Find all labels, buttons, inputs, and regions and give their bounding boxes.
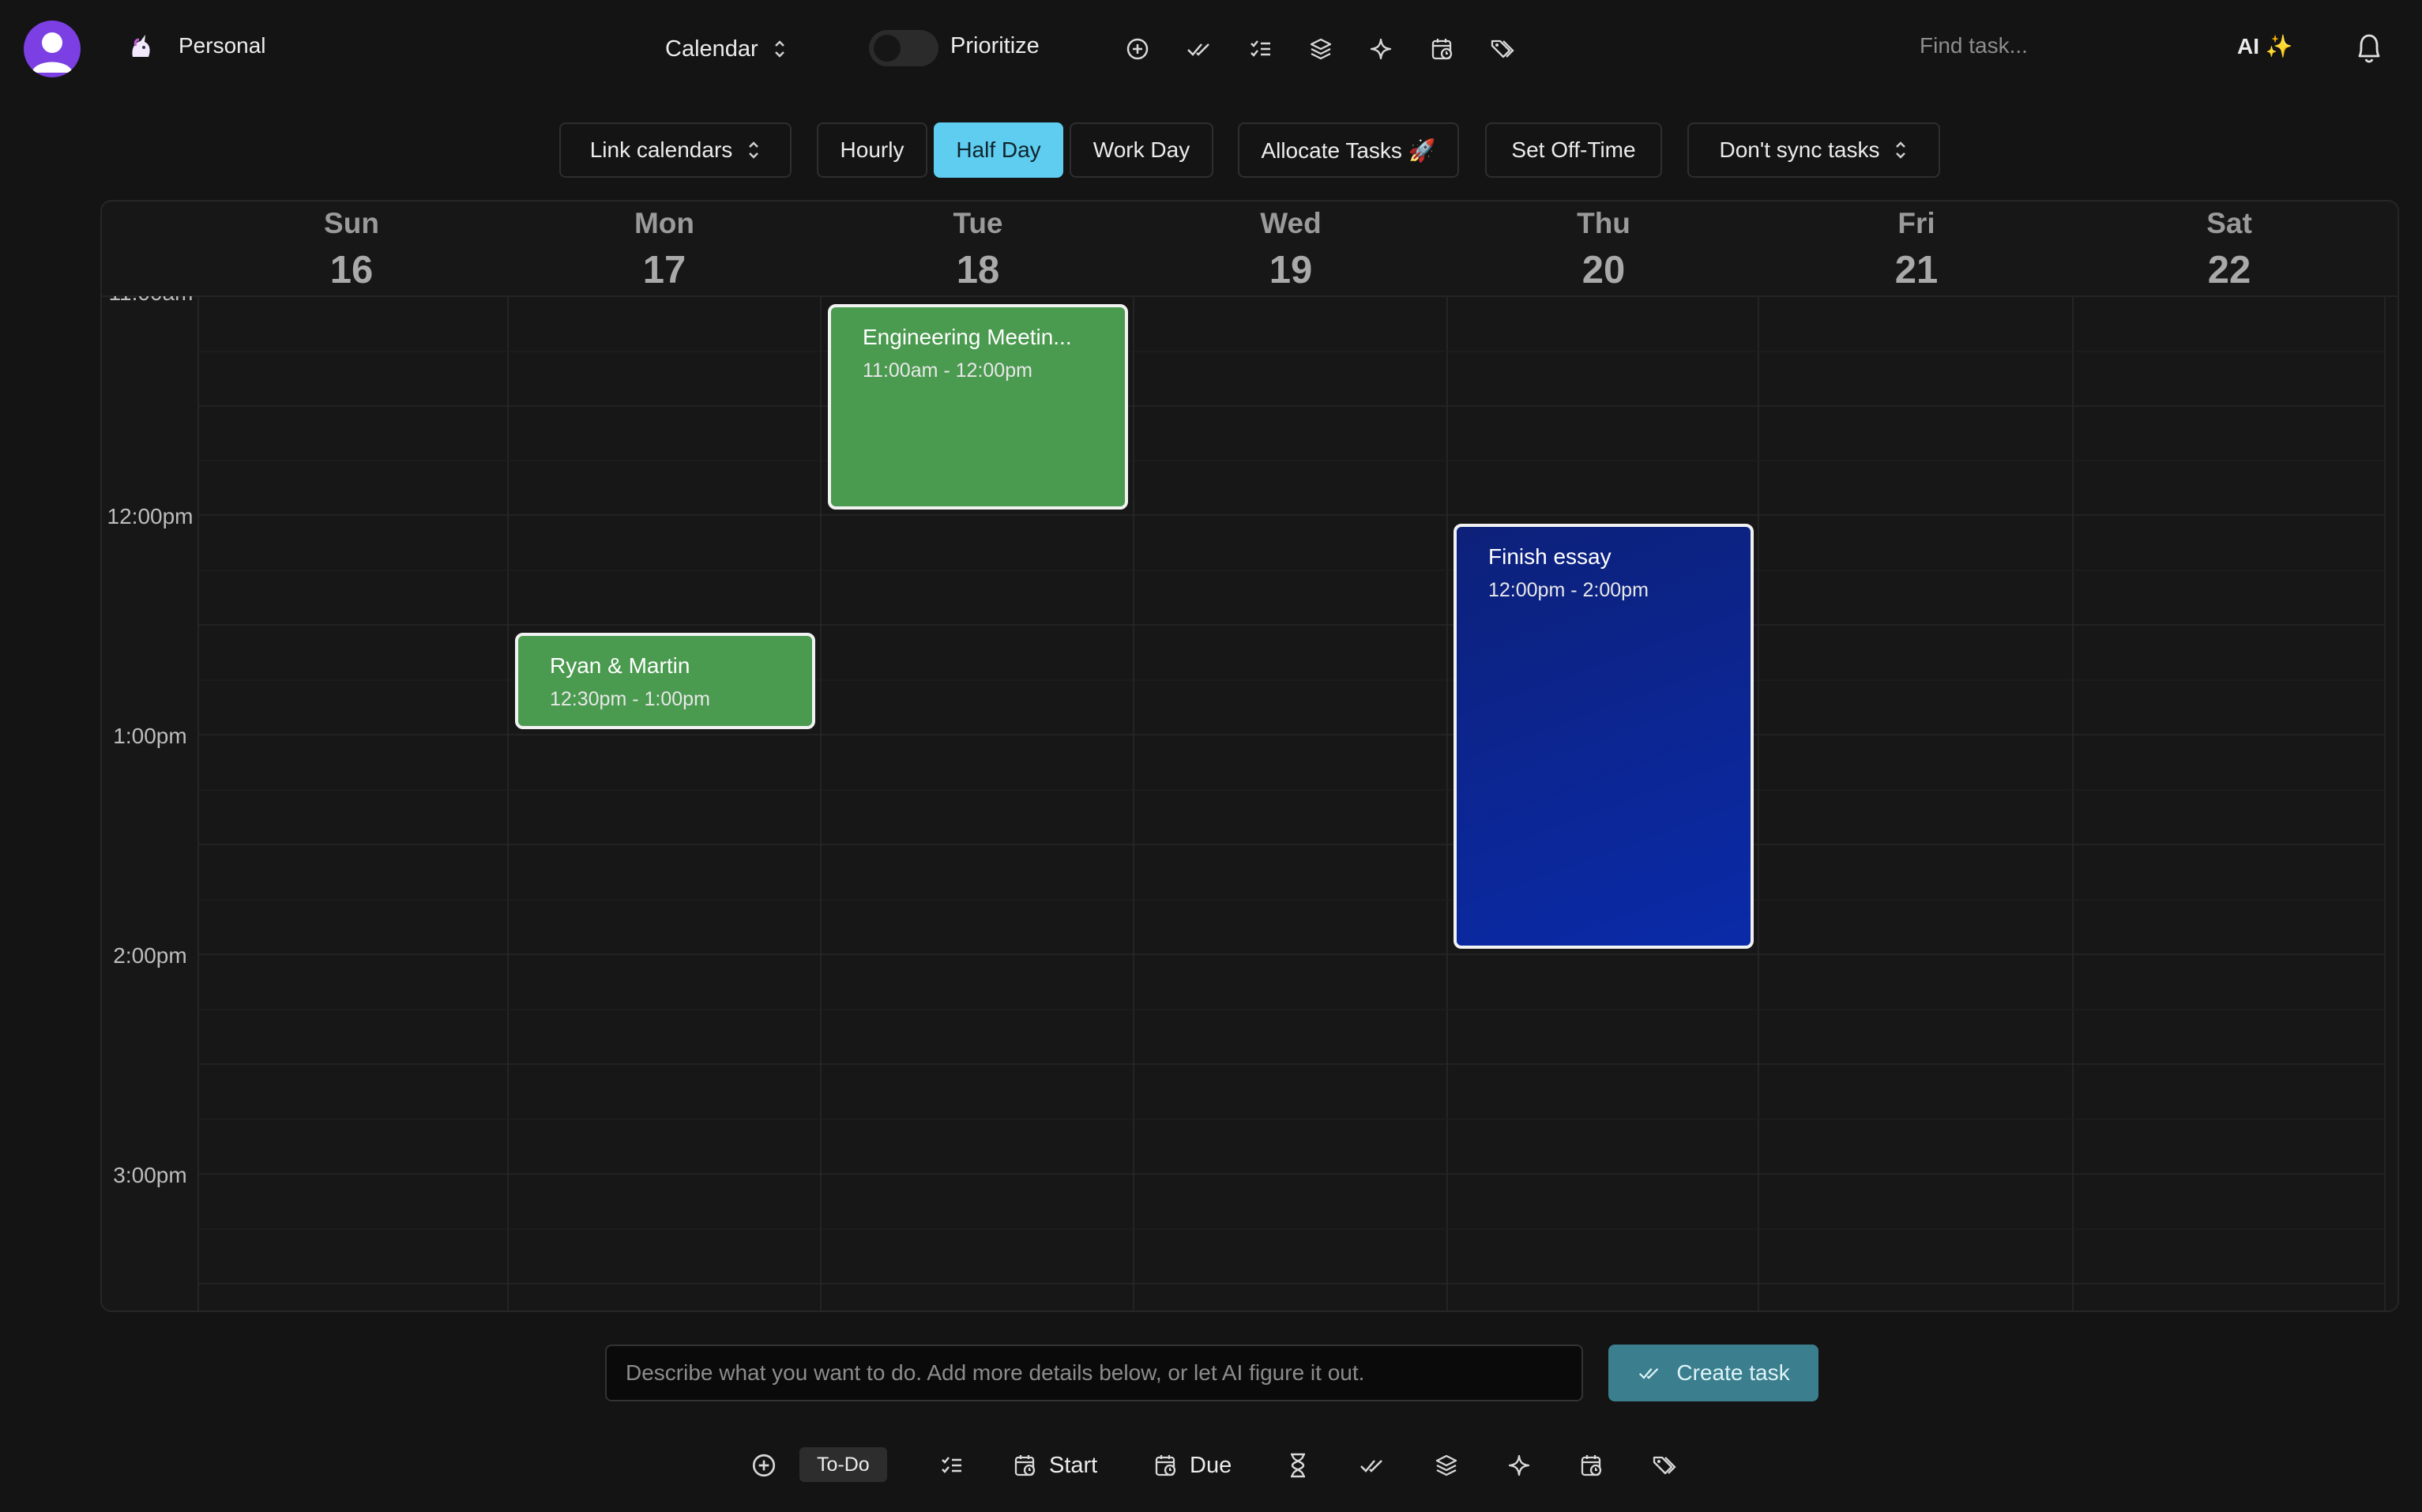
event-time: 11:00am - 12:00pm: [863, 359, 1032, 382]
day-date: 22: [2207, 249, 2251, 291]
set-off-time-button[interactable]: Set Off-Time: [1485, 122, 1662, 178]
view-select[interactable]: Calendar: [665, 32, 787, 66]
event-title: Finish essay: [1488, 544, 1612, 569]
workspace-name[interactable]: Personal: [179, 33, 266, 58]
sparkle-icon[interactable]: [1501, 1447, 1537, 1484]
event-title: Engineering Meetin...: [863, 325, 1072, 349]
prioritize-toggle[interactable]: [869, 30, 938, 66]
calendar-clock-icon: [1153, 1453, 1179, 1478]
time-label: 12:00pm: [107, 504, 194, 528]
chevron-updown-icon: [1894, 140, 1908, 160]
day-date: 19: [1269, 249, 1313, 291]
event-finish-essay[interactable]: Finish essay 12:00pm - 2:00pm: [1454, 524, 1754, 949]
day-header-fri[interactable]: Fri 21: [1837, 207, 1995, 292]
search-input[interactable]: Find task...: [1920, 33, 2028, 58]
time-label: 1:00pm: [113, 724, 187, 748]
bell-icon[interactable]: [2351, 30, 2387, 66]
work-day-button[interactable]: Work Day: [1070, 122, 1213, 178]
day-header-sun[interactable]: Sun 16: [273, 207, 431, 292]
day-date: 21: [1894, 249, 1939, 291]
unicorn-icon: [126, 33, 155, 62]
due-date-button[interactable]: Due: [1153, 1447, 1232, 1484]
sparkle-icon[interactable]: [1363, 32, 1398, 66]
ai-button[interactable]: AI ✨: [2237, 33, 2293, 59]
calendar-clock-icon[interactable]: [1574, 1447, 1610, 1484]
start-label: Start: [1049, 1452, 1098, 1478]
calendar-clock-icon[interactable]: [1425, 32, 1460, 66]
user-avatar[interactable]: [24, 21, 81, 77]
link-calendars-label: Link calendars: [589, 137, 733, 162]
day-name: Thu: [1577, 207, 1630, 239]
toggle-knob: [874, 35, 901, 62]
half-day-button[interactable]: Half Day: [934, 122, 1063, 178]
prioritize-label: Prioritize: [950, 33, 1040, 58]
chevron-updown-icon: [773, 39, 787, 59]
hourglass-icon[interactable]: [1280, 1447, 1316, 1484]
sync-select[interactable]: Don't sync tasks: [1687, 122, 1940, 178]
hourly-button[interactable]: Hourly: [817, 122, 927, 178]
layers-icon[interactable]: [1428, 1447, 1465, 1484]
event-title: Ryan & Martin: [550, 653, 690, 678]
link-calendars-button[interactable]: Link calendars: [559, 122, 792, 178]
day-name: Wed: [1260, 207, 1322, 239]
create-task-button[interactable]: Create task: [1608, 1345, 1818, 1401]
start-date-button[interactable]: Start: [1013, 1447, 1097, 1484]
time-label: 3:00pm: [113, 1163, 187, 1187]
calendar-clock-icon: [1013, 1453, 1038, 1478]
tags-icon[interactable]: [1485, 32, 1520, 66]
task-description-input[interactable]: Describe what you want to do. Add more d…: [605, 1345, 1583, 1401]
event-time: 12:00pm - 2:00pm: [1488, 579, 1649, 601]
due-label: Due: [1190, 1452, 1232, 1478]
event-engineering-meeting[interactable]: Engineering Meetin... 11:00am - 12:00pm: [828, 304, 1128, 510]
day-date: 16: [329, 249, 374, 291]
day-header-tue[interactable]: Tue 18: [899, 207, 1057, 292]
time-label: 11:00am: [103, 296, 199, 306]
day-name: Mon: [634, 207, 695, 239]
double-check-icon[interactable]: [1182, 32, 1217, 66]
tags-icon[interactable]: [1646, 1447, 1683, 1484]
time-label: 2:00pm: [113, 943, 187, 968]
day-header-thu[interactable]: Thu 20: [1525, 207, 1683, 292]
double-check-icon: [1637, 1362, 1662, 1384]
day-header-mon[interactable]: Mon 17: [585, 207, 743, 292]
view-select-label: Calendar: [665, 36, 758, 62]
checklist-icon[interactable]: [934, 1447, 970, 1484]
calendar-grid-lines: [102, 295, 2398, 1311]
day-date: 17: [642, 249, 686, 291]
day-name: Fri: [1897, 207, 1935, 239]
day-date: 18: [956, 249, 1000, 291]
event-time: 12:30pm - 1:00pm: [550, 688, 710, 710]
chevron-updown-icon: [747, 140, 761, 160]
day-name: Tue: [953, 207, 1003, 239]
allocate-tasks-button[interactable]: Allocate Tasks 🚀: [1238, 122, 1459, 178]
day-name: Sat: [2206, 207, 2252, 239]
add-icon[interactable]: [1120, 32, 1155, 66]
add-icon[interactable]: [746, 1447, 782, 1484]
sync-select-label: Don't sync tasks: [1719, 137, 1880, 162]
day-header-sat[interactable]: Sat 22: [2150, 207, 2308, 292]
status-chip[interactable]: To-Do: [799, 1447, 887, 1482]
create-task-label: Create task: [1676, 1360, 1790, 1385]
day-name: Sun: [324, 207, 379, 239]
event-ryan-martin[interactable]: Ryan & Martin 12:30pm - 1:00pm: [515, 633, 815, 729]
day-date: 20: [1581, 249, 1626, 291]
calendar-grid[interactable]: [100, 200, 2399, 1312]
time-label-clip: 11:00am: [103, 296, 199, 306]
double-check-icon[interactable]: [1354, 1447, 1390, 1484]
layers-icon[interactable]: [1303, 32, 1338, 66]
day-header-wed[interactable]: Wed 19: [1212, 207, 1370, 292]
checklist-icon[interactable]: [1243, 32, 1278, 66]
